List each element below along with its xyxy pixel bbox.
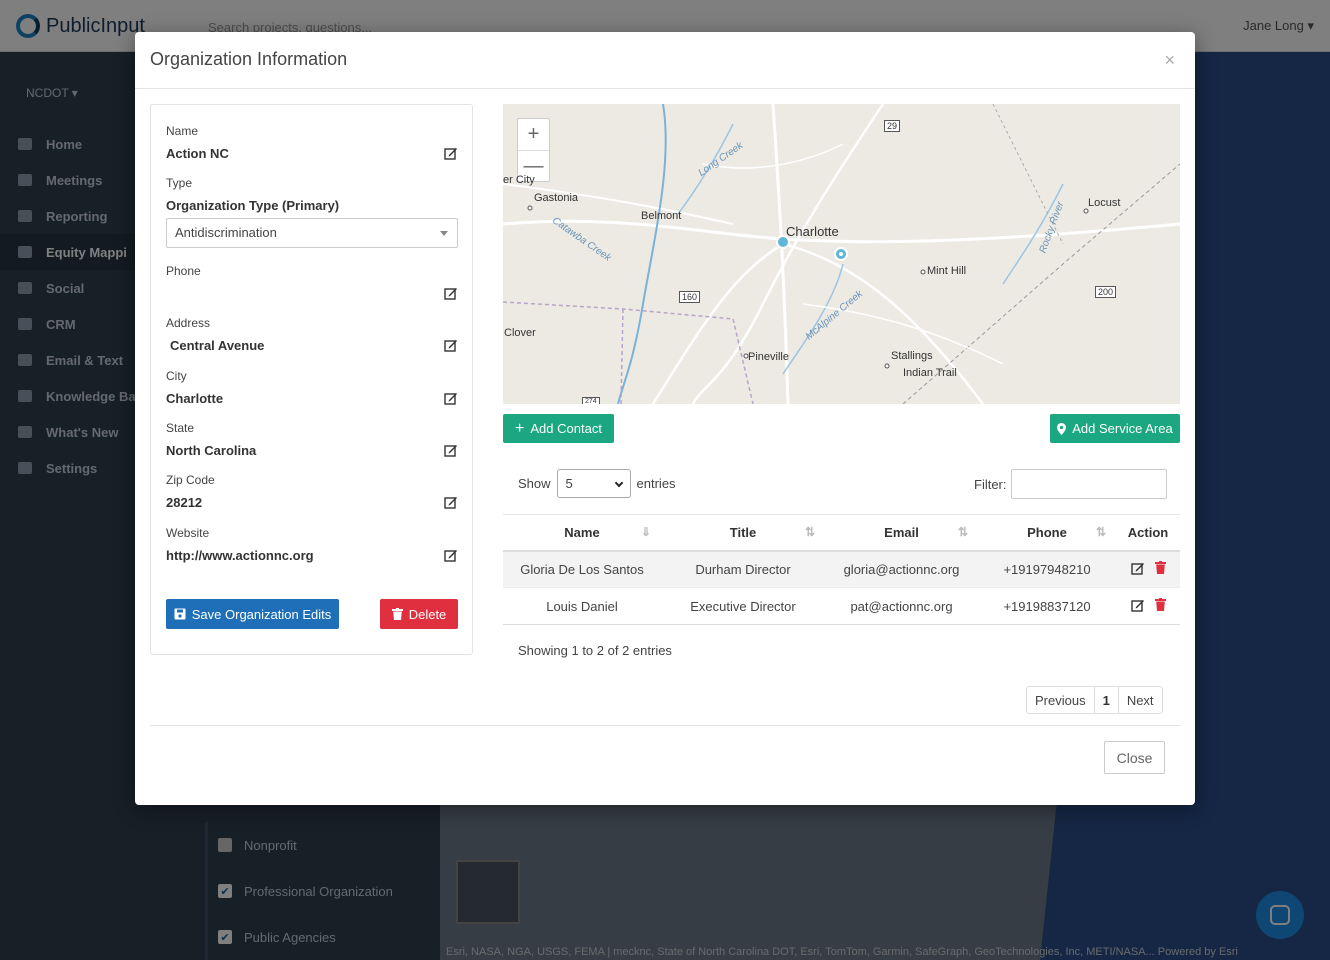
- highway-shield: 274: [582, 397, 600, 404]
- sort-icon: ⇅: [957, 525, 968, 539]
- field-city: City Charlotte: [166, 369, 458, 407]
- map-label: Gastonia: [534, 192, 579, 204]
- modal-header: Organization Information ×: [135, 32, 1195, 89]
- pagination-previous-button[interactable]: Previous: [1027, 687, 1094, 713]
- edit-icon[interactable]: [1130, 598, 1145, 612]
- table-info: Showing 1 to 2 of 2 entries: [518, 643, 672, 658]
- modal-title: Organization Information: [150, 49, 348, 69]
- city-label: City: [166, 369, 187, 383]
- close-icon[interactable]: ×: [1164, 50, 1175, 71]
- map-label: Clover: [504, 327, 536, 339]
- trash-icon[interactable]: [1154, 561, 1166, 575]
- add-contact-button[interactable]: + Add Contact: [503, 414, 614, 443]
- table-row: Gloria De Los Santos Durham Director glo…: [503, 550, 1180, 588]
- map-label: Pineville: [748, 351, 789, 363]
- zoom-in-button[interactable]: +: [518, 119, 549, 150]
- field-zip: Zip Code 28212: [166, 473, 458, 511]
- save-organization-button[interactable]: Save Organization Edits: [166, 599, 339, 629]
- sort-icon: ⇅: [1095, 525, 1106, 539]
- edit-icon[interactable]: [444, 146, 458, 160]
- field-state: State North Carolina: [166, 421, 458, 459]
- edit-icon[interactable]: [444, 548, 458, 562]
- table-length-control: Show 5 entries: [518, 469, 676, 498]
- state-value: North Carolina: [166, 443, 257, 458]
- sort-icon: ⇅: [804, 525, 815, 539]
- column-header-action: Action: [1116, 514, 1180, 552]
- delete-organization-button[interactable]: Delete: [380, 599, 458, 629]
- edit-icon[interactable]: [1130, 561, 1145, 575]
- add-service-area-button[interactable]: Add Service Area: [1050, 414, 1180, 443]
- column-header-email[interactable]: Email ⇅: [825, 514, 978, 552]
- filter-input[interactable]: [1010, 469, 1167, 499]
- contacts-table: Name ⇓ Title ⇅ Email ⇅ Phone ⇅ Action Gloria…: [503, 514, 1180, 625]
- trash-icon: [391, 608, 403, 620]
- column-header-name[interactable]: Name ⇓: [503, 514, 661, 552]
- phone-label: Phone: [166, 264, 201, 278]
- edit-icon[interactable]: [444, 286, 458, 300]
- organization-map[interactable]: + — Charlotte Gastonia Belmont Mint Hill…: [503, 104, 1180, 404]
- trash-icon[interactable]: [1154, 598, 1166, 611]
- pagination-page-1[interactable]: 1: [1093, 687, 1118, 713]
- map-label: Stallings: [891, 350, 933, 362]
- table-filter-control: Filter:: [974, 469, 1167, 499]
- highway-shield: 200: [1095, 286, 1117, 298]
- edit-icon[interactable]: [444, 443, 458, 457]
- map-label: er City: [503, 174, 535, 186]
- map-label: Indian Trail: [903, 367, 957, 379]
- city-value: Charlotte: [166, 391, 224, 406]
- pagination: Previous 1 Next: [1026, 686, 1163, 714]
- type-label: Type: [166, 176, 193, 190]
- field-name: Name Action NC: [166, 124, 458, 162]
- map-label: Belmont: [641, 210, 682, 222]
- close-button[interactable]: Close: [1104, 741, 1165, 774]
- organization-modal: Organization Information × Name Action N…: [135, 32, 1195, 805]
- address-label: Address: [166, 316, 211, 330]
- modal-footer: [150, 725, 1180, 726]
- map-label: Locust: [1088, 197, 1121, 209]
- website-label: Website: [166, 526, 210, 540]
- pagination-next-button[interactable]: Next: [1117, 687, 1162, 713]
- address-value: Central Avenue: [170, 338, 265, 353]
- column-header-phone[interactable]: Phone ⇅: [978, 514, 1116, 552]
- edit-icon[interactable]: [444, 338, 458, 352]
- edit-icon[interactable]: [444, 495, 458, 509]
- map-zoom-control: + —: [517, 118, 550, 182]
- organization-type-select[interactable]: Antidiscrimination: [166, 218, 458, 248]
- zip-value: 28212: [166, 495, 203, 510]
- website-value: http://www.actionnc.org: [166, 548, 314, 563]
- phone-value: [166, 286, 458, 302]
- field-phone: Phone: [166, 264, 458, 302]
- name-value: Action NC: [166, 146, 229, 161]
- map-pin-icon: [1057, 422, 1067, 435]
- highway-shield: 160: [679, 291, 701, 303]
- page-length-select[interactable]: 5: [556, 469, 631, 498]
- map-label: Charlotte: [786, 224, 839, 239]
- state-label: State: [166, 421, 195, 435]
- field-type: Type Organization Type (Primary): [166, 176, 458, 214]
- save-icon: [174, 608, 186, 620]
- field-website: Website http://www.actionnc.org: [166, 526, 458, 564]
- sort-desc-icon: ⇓: [640, 525, 651, 539]
- organization-details-panel: Name Action NC Type Organization Type (P…: [150, 104, 473, 655]
- chevron-down-icon: [440, 231, 448, 236]
- chevron-down-icon: [614, 478, 623, 488]
- plus-icon: +: [515, 419, 525, 437]
- map-label: Mint Hill: [927, 265, 967, 277]
- edit-icon[interactable]: [444, 391, 458, 405]
- table-row: Louis Daniel Executive Director pat@acti…: [503, 587, 1180, 625]
- highway-shield: 29: [884, 120, 901, 132]
- name-label: Name: [166, 124, 199, 138]
- field-address: Address Central Avenue: [166, 316, 458, 354]
- column-header-title[interactable]: Title ⇅: [661, 514, 825, 552]
- type-value: Organization Type (Primary): [166, 198, 340, 213]
- zip-label: Zip Code: [166, 473, 215, 487]
